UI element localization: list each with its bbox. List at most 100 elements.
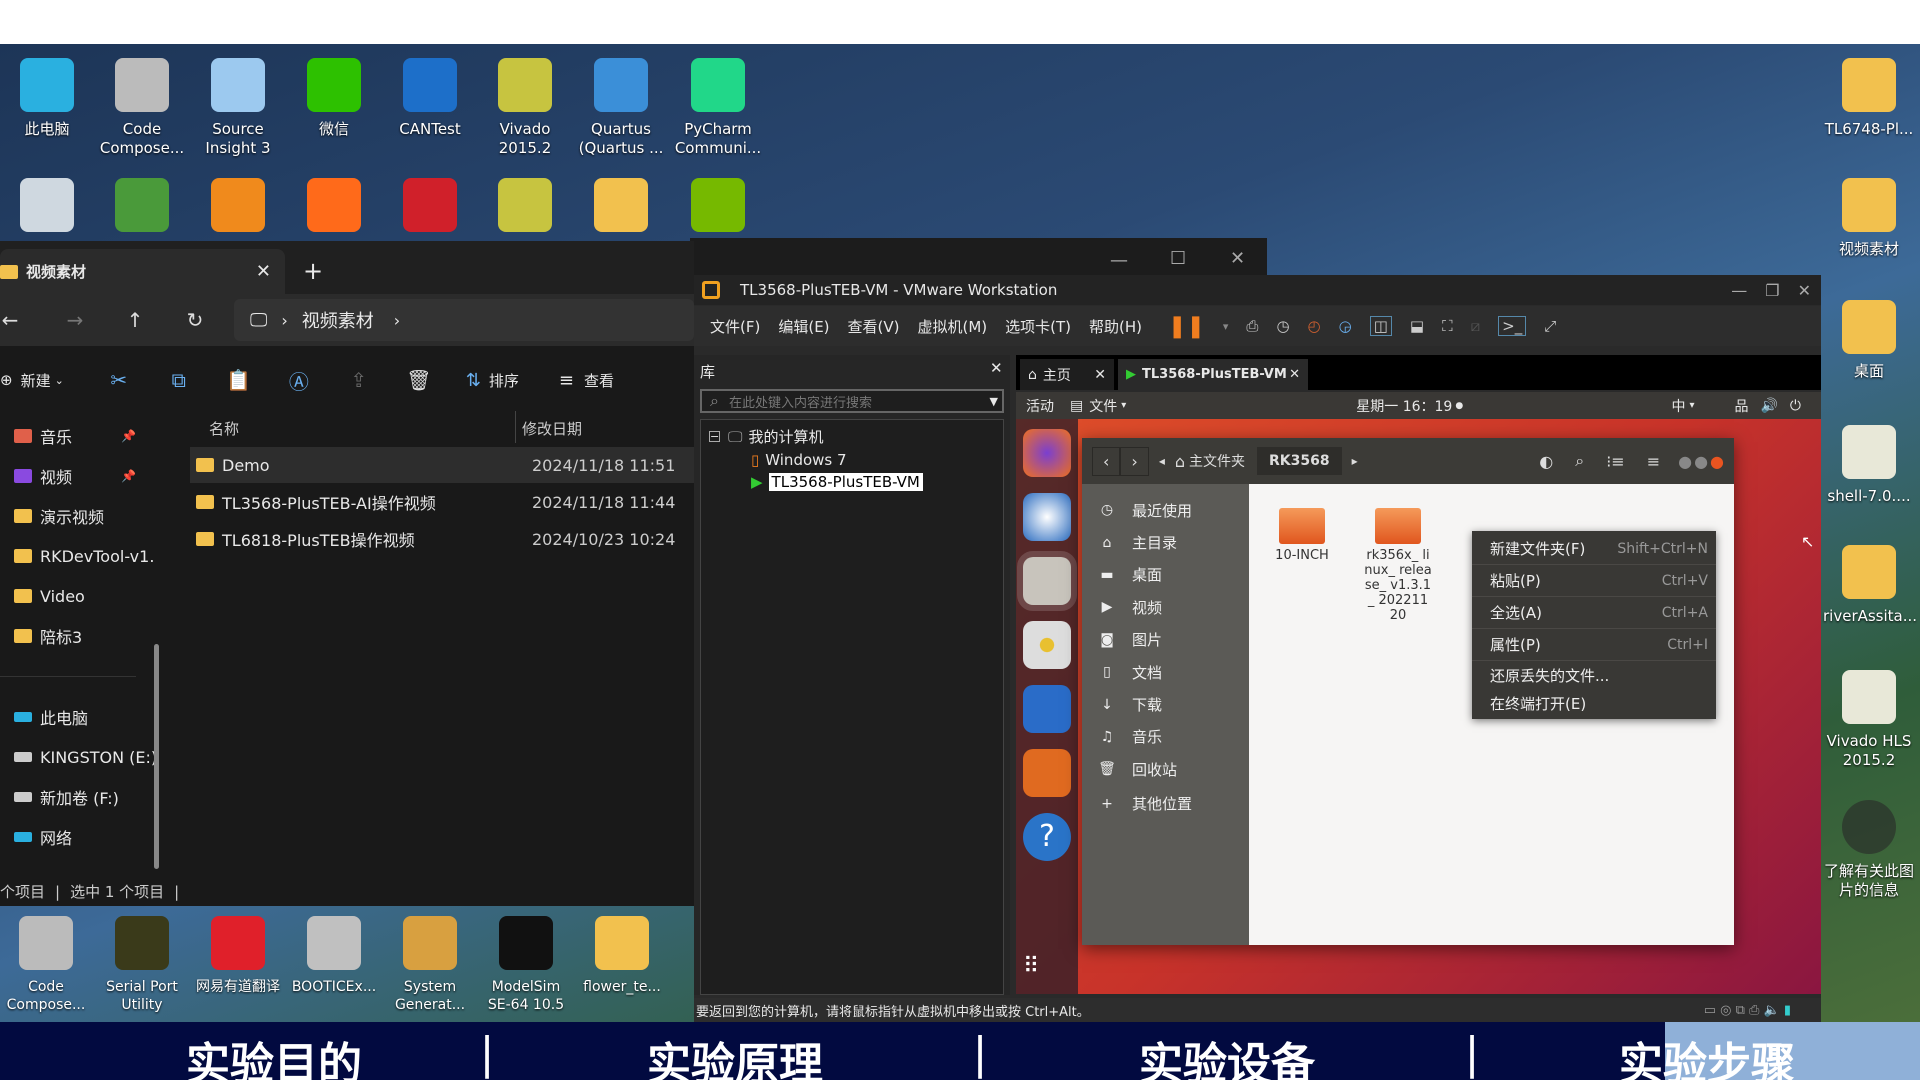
search-icon[interactable]: ⌕ [1575,451,1584,471]
network-icon[interactable]: 品 [1734,396,1748,416]
copy-icon[interactable]: ⧉ [154,368,204,392]
delete-icon[interactable]: 🗑 [394,368,444,392]
nautilus-sidebar-item[interactable]: ▬ 桌面 [1082,559,1249,591]
context-menu-item[interactable]: 粘贴(P) Ctrl+V [1472,565,1716,597]
desktop-shortcut[interactable] [575,178,667,240]
file-item[interactable]: rk356x_ linux_ release_ v1.3.1_ 20221120 [1364,508,1432,623]
menu-item[interactable]: 帮助(H) [1089,316,1142,337]
power-icon[interactable]: ⏻ [1790,398,1801,414]
snapshot-manager-icon[interactable]: ◶ [1339,317,1352,335]
show-apps-icon[interactable]: ⠿ [1023,956,1071,978]
minimize-button[interactable]: — [1731,281,1747,300]
new-button[interactable]: 新建 [21,370,51,391]
input-method[interactable]: 中 [1671,396,1685,416]
context-menu-item[interactable]: 全选(A) Ctrl+A [1472,597,1716,629]
sidebar-item[interactable]: 新加卷 (F:) [0,777,160,817]
close-library-icon[interactable]: ✕ [990,359,1003,377]
sidebar-item[interactable]: 此电脑 [0,697,160,737]
desktop-shortcut[interactable]: 视频素材 [1823,178,1915,259]
volume-icon[interactable]: 🔊 [1760,398,1777,414]
snapshot-icon[interactable]: ◷ [1276,317,1289,335]
desktop-shortcut[interactable]: 此电脑 [1,58,93,139]
disk-usage-icon[interactable]: ◐ [1539,452,1553,471]
desktop-shortcut[interactable]: Vivado 2015.2 [479,58,571,158]
desktop-shortcut[interactable] [479,178,571,240]
chevron-down-icon[interactable]: ▾ [1223,320,1229,333]
maximize-button[interactable]: ● [1694,452,1708,471]
sidebar-item[interactable]: KINGSTON (E:) [0,737,160,777]
rhythmbox-icon[interactable] [1023,621,1071,669]
files-icon[interactable] [1017,551,1077,611]
context-menu-item[interactable]: 还原丢失的文件... [1472,661,1716,689]
paste-icon[interactable]: 📋 [214,368,264,392]
menu-item[interactable]: 文件(F) [710,316,760,337]
revert-snapshot-icon[interactable]: ◴ [1308,317,1321,335]
desktop-shortcut[interactable]: ModelSim SE-64 10.5 [480,916,572,1014]
desktop-shortcut[interactable]: BOOTICEx... [288,916,380,996]
desktop-shortcut[interactable]: TL6748-Pl... [1823,58,1915,139]
desktop-shortcut[interactable]: shell-7.0.... [1823,425,1915,506]
nautilus-sidebar-item[interactable]: + 其他位置 [1082,788,1249,820]
breadcrumb[interactable]: 视频素材 [302,307,374,333]
tab-vm[interactable]: ▶ TL3568-PlusTEB-VM ✕ [1118,359,1308,390]
share-icon[interactable]: ⇪ [334,368,384,392]
sidebar-item[interactable]: 音乐 📌 [0,416,160,456]
explorer-tab[interactable]: 视频素材 ✕ [0,249,285,294]
desktop-shortcut[interactable] [288,178,380,240]
sort-button[interactable]: 排序 [489,370,519,391]
stretch-icon[interactable]: ⤢ [1544,317,1556,335]
nautilus-sidebar-item[interactable]: ↓ 下载 [1082,688,1249,720]
context-menu-item[interactable]: 在终端打开(E) [1472,689,1716,717]
path-right-icon[interactable]: ▸ [1352,454,1358,468]
desktop-shortcut[interactable]: Serial Port Utility [96,916,188,1014]
view-toggle-icon[interactable]: ⁝≡ [1606,452,1625,471]
desktop-shortcut[interactable] [672,178,764,240]
file-row[interactable]: TL6818-PlusTEB操作视频 2024/10/23 10:24 [190,521,694,557]
nav-equipment[interactable]: 实验设备 [1139,1028,1315,1092]
thunderbird-icon[interactable] [1023,493,1071,541]
sidebar-scrollbar[interactable] [154,644,159,869]
menu-item[interactable]: 虚拟机(M) [918,316,988,337]
send-ctrl-alt-del-icon[interactable]: ⎙ [1246,317,1258,335]
firefox-icon[interactable] [1023,429,1071,477]
software-center-icon[interactable] [1023,749,1071,797]
minimize-button[interactable]: — [1110,250,1128,271]
close-button[interactable]: ✕ [1798,281,1811,300]
file-item[interactable]: 10-INCH [1272,508,1332,563]
menu-item[interactable]: 选项卡(T) [1005,316,1071,337]
chevron-down-icon[interactable]: ▼ [990,395,998,408]
tree-vm-tl3568[interactable]: ▶ TL3568-PlusTEB-VM [751,473,1003,491]
clock[interactable]: 星期一 16：19 [1356,396,1452,416]
desktop-shortcut[interactable]: flower_te... [576,916,668,996]
desktop-shortcut[interactable]: 微信 [288,58,380,139]
close-button[interactable]: ● [1710,452,1724,471]
nav-steps[interactable]: 实验步骤 [1619,1028,1795,1092]
forward-icon[interactable]: → [50,308,100,332]
sidebar-item[interactable]: Video [0,576,160,616]
rename-icon[interactable]: Ⓐ [274,366,324,395]
tree-vm-windows7[interactable]: ▯ Windows 7 [751,451,1003,469]
back-button[interactable]: ‹ [1092,446,1121,476]
library-view-icon[interactable]: ◫ [1369,316,1392,336]
pause-icon[interactable]: ❚❚ [1168,314,1205,339]
unity-icon[interactable]: ⧄ [1471,317,1481,335]
help-icon[interactable]: ? [1023,813,1071,861]
context-menu-item[interactable]: 新建文件夹(F) Shift+Ctrl+N [1472,533,1716,565]
nautilus-sidebar-item[interactable]: ▶ 视频 [1082,591,1249,623]
desktop-shortcut[interactable] [96,178,188,240]
desktop-shortcut[interactable]: riverAssita... [1823,545,1917,626]
nav-principle[interactable]: 实验原理 [647,1028,823,1092]
up-icon[interactable]: ↑ [110,308,160,332]
sidebar-item[interactable]: 陪标3 [0,616,160,656]
desktop-shortcut[interactable]: System Generat... [384,916,476,1014]
nautilus-sidebar-item[interactable]: ◙ 图片 [1082,624,1249,656]
maximize-button[interactable]: ☐ [1170,248,1186,269]
column-date-header[interactable]: 修改日期 [522,418,582,439]
nautilus-sidebar-item[interactable]: ⌂ 主目录 [1082,526,1249,558]
nautilus-sidebar-item[interactable]: ◷ 最近使用 [1082,494,1249,526]
nautilus-sidebar-item[interactable]: ♫ 音乐 [1082,721,1249,753]
activities-button[interactable]: 活动 [1026,396,1054,416]
address-bar[interactable]: 🖵 › 视频素材 › [234,299,694,341]
desktop-shortcut[interactable]: 网易有道翻译 [192,916,284,996]
console-icon[interactable]: >_ [1498,316,1527,336]
